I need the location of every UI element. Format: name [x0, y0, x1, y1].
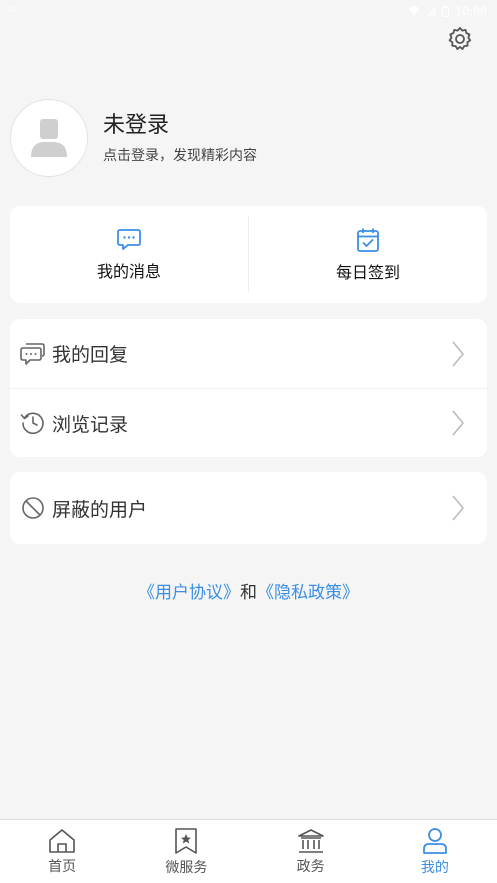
block-icon [20, 495, 46, 521]
chevron-right-icon [452, 495, 465, 521]
gear-icon [448, 27, 472, 50]
reply-chat-icon [20, 341, 46, 367]
bottom-tab-bar: 首页 微服务 政务 我的 [0, 819, 497, 883]
notification-icon: ▫ [8, 4, 15, 15]
my-messages-button[interactable]: 我的消息 [10, 206, 248, 303]
status-time: 10:00 [455, 4, 487, 18]
user-placeholder-icon [31, 119, 67, 157]
blocked-users-label: 屏蔽的用户 [52, 498, 148, 521]
tab-mine[interactable]: 我的 [373, 820, 497, 883]
history-icon [20, 410, 46, 436]
chevron-right-icon [452, 340, 465, 367]
menu-item-my-replies[interactable]: 我的回复 [10, 319, 487, 388]
daily-checkin-label: 每日签到 [335, 262, 400, 282]
menu-item-browsing-history[interactable]: 浏览记录 [10, 388, 487, 457]
quick-actions-card: 我的消息 每日签到 [10, 206, 487, 303]
bookmark-star-icon [175, 827, 198, 854]
user-icon [422, 827, 447, 854]
menu-group-activity: 我的回复 浏览记录 [10, 319, 487, 457]
menu-item-blocked-users[interactable]: 屏蔽的用户 [10, 472, 487, 544]
menu-group-privacy: 屏蔽的用户 [10, 472, 487, 544]
browsing-history-label: 浏览记录 [52, 413, 129, 436]
daily-checkin-button[interactable]: 每日签到 [249, 206, 487, 303]
profile-header[interactable]: 未登录 点击登录，发现精彩内容 [10, 98, 487, 178]
settings-button[interactable] [445, 24, 475, 54]
status-bar: ▫ 10:00 [0, 0, 497, 22]
avatar[interactable] [10, 99, 88, 177]
signal-icon [426, 6, 437, 16]
tab-home-label: 首页 [48, 858, 77, 875]
government-building-icon [297, 828, 324, 853]
tab-mine-label: 我的 [420, 859, 449, 876]
my-messages-label: 我的消息 [96, 261, 161, 281]
chevron-right-icon [452, 410, 465, 436]
agreements-and-text: 和 [240, 583, 257, 603]
wifi-icon [408, 6, 420, 15]
user-agreement-link[interactable]: 《用户协议》 [138, 583, 240, 603]
privacy-policy-link[interactable]: 《隐私政策》 [257, 583, 359, 603]
tab-micro-services[interactable]: 微服务 [124, 820, 248, 883]
tab-government-affairs-label: 政务 [296, 858, 325, 875]
my-replies-label: 我的回复 [52, 344, 129, 366]
login-status-title[interactable]: 未登录 [103, 111, 257, 141]
calendar-check-icon [357, 228, 379, 252]
tab-home[interactable]: 首页 [0, 820, 124, 883]
login-prompt-text: 点击登录，发现精彩内容 [103, 148, 257, 164]
agreements-links: 《用户协议》和《隐私政策》 [0, 578, 497, 603]
tab-micro-services-label: 微服务 [165, 859, 208, 876]
message-icon [117, 228, 141, 250]
battery-icon [442, 5, 450, 17]
tab-government-affairs[interactable]: 政务 [249, 820, 373, 883]
home-icon [49, 828, 75, 853]
